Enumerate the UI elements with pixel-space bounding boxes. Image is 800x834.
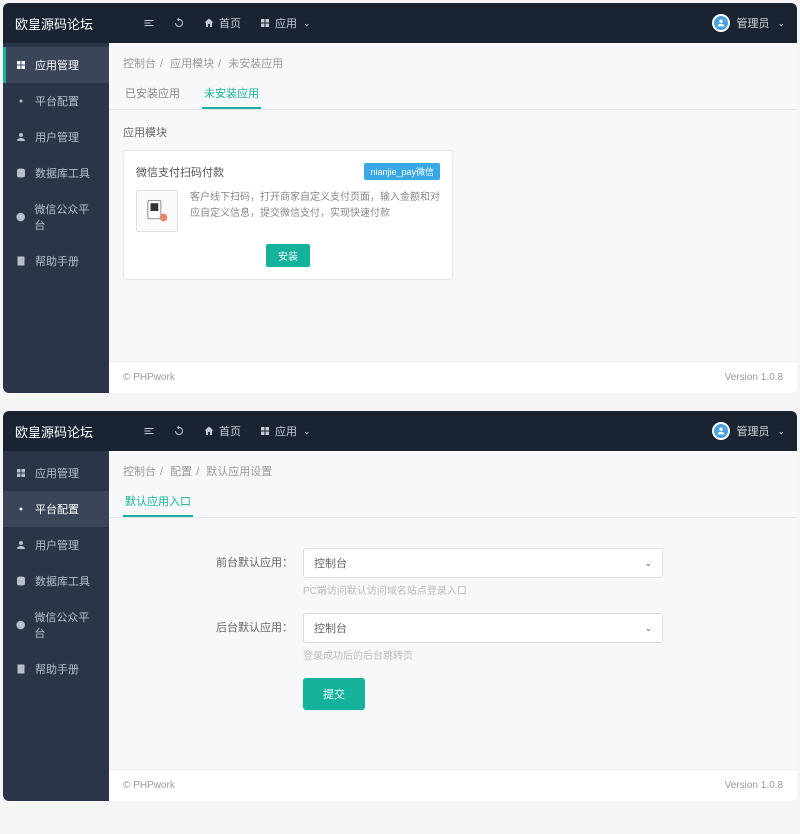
breadcrumb: 控制台/ 应用模块/ 未安装应用 [109, 43, 797, 71]
avatar-icon [712, 14, 730, 32]
label-front-default: 前台默认应用： [123, 548, 303, 570]
topbar: 欧皇源码论坛 首页 应用⌄ 管理员 ⌄ [3, 3, 797, 43]
sidebar-item-wechat[interactable]: 微信公众平台 [3, 191, 109, 243]
card-thumbnail [136, 190, 178, 232]
footer-version: Version 1.0.8 [725, 780, 783, 791]
sidebar-item-help[interactable]: 帮助手册 [3, 243, 109, 279]
card-badge: nianjie_pay微信 [364, 163, 440, 180]
sidebar-item-db[interactable]: 数据库工具 [3, 155, 109, 191]
footer-version: Version 1.0.8 [725, 372, 783, 383]
chevron-down-icon: ⌄ [644, 558, 652, 569]
tab-installed[interactable]: 已安装应用 [123, 79, 182, 109]
chevron-down-icon: ⌄ [644, 623, 652, 634]
sidebar: 应用管理 平台配置 用户管理 数据库工具 微信公众平台 帮助手册 [3, 43, 109, 393]
sidebar-item-platform[interactable]: 平台配置 [3, 491, 109, 527]
window-apps: 欧皇源码论坛 首页 应用⌄ 管理员 ⌄ 应用管理 平台配置 用户管理 数据库工具… [3, 3, 797, 393]
collapse-icon[interactable] [143, 17, 155, 29]
sidebar-item-wechat[interactable]: 微信公众平台 [3, 599, 109, 651]
hint-back: 登录成功后的后台跳转页 [303, 647, 663, 662]
sidebar-item-db[interactable]: 数据库工具 [3, 563, 109, 599]
select-back-default[interactable]: 控制台 ⌄ [303, 613, 663, 643]
user-menu[interactable]: 管理员 ⌄ [712, 422, 785, 440]
apps-dropdown[interactable]: 应用⌄ [259, 423, 311, 439]
install-button[interactable]: 安装 [266, 244, 310, 267]
collapse-icon[interactable] [143, 425, 155, 437]
crumb-1[interactable]: 应用模块 [170, 58, 214, 70]
crumb-0[interactable]: 控制台 [123, 58, 156, 70]
submit-button[interactable]: 提交 [303, 678, 365, 710]
sidebar-item-platform[interactable]: 平台配置 [3, 83, 109, 119]
tabs: 已安装应用 未安装应用 [109, 71, 797, 110]
user-menu[interactable]: 管理员 ⌄ [712, 14, 785, 32]
select-value: 控制台 [314, 620, 347, 636]
tab-default-entry[interactable]: 默认应用入口 [123, 487, 193, 517]
refresh-icon[interactable] [173, 425, 185, 437]
select-front-default[interactable]: 控制台 ⌄ [303, 548, 663, 578]
brand-title: 欧皇源码论坛 [15, 422, 93, 441]
card-description: 客户线下扫码，打开商家自定义支付页面，输入金额和对应自定义信息，提交微信支付，实… [190, 190, 440, 232]
sidebar-item-users[interactable]: 用户管理 [3, 119, 109, 155]
crumb-2: 默认应用设置 [206, 466, 272, 478]
section-title: 应用模块 [123, 124, 783, 140]
card-title: 微信支付扫码付款 [136, 164, 224, 180]
footer-copyright: © PHPwork [123, 372, 175, 383]
crumb-2: 未安装应用 [228, 58, 283, 70]
crumb-1[interactable]: 配置 [170, 466, 192, 478]
apps-dropdown[interactable]: 应用⌄ [259, 15, 311, 31]
refresh-icon[interactable] [173, 17, 185, 29]
home-link[interactable]: 首页 [203, 423, 241, 439]
topbar: 欧皇源码论坛 首页 应用⌄ 管理员 ⌄ [3, 411, 797, 451]
chevron-down-icon: ⌄ [777, 426, 785, 437]
sidebar-item-help[interactable]: 帮助手册 [3, 651, 109, 687]
brand-title: 欧皇源码论坛 [15, 14, 93, 33]
tab-not-installed[interactable]: 未安装应用 [202, 79, 261, 109]
label-back-default: 后台默认应用： [123, 613, 303, 635]
sidebar-item-users[interactable]: 用户管理 [3, 527, 109, 563]
crumb-0[interactable]: 控制台 [123, 466, 156, 478]
username: 管理员 [736, 423, 769, 439]
select-value: 控制台 [314, 555, 347, 571]
window-settings: 欧皇源码论坛 首页 应用⌄ 管理员 ⌄ 应用管理 平台配置 用户管理 数据库工具… [3, 411, 797, 801]
sidebar-item-apps[interactable]: 应用管理 [3, 455, 109, 491]
home-link[interactable]: 首页 [203, 15, 241, 31]
chevron-down-icon: ⌄ [777, 18, 785, 29]
avatar-icon [712, 422, 730, 440]
module-card: 微信支付扫码付款 nianjie_pay微信 客户线下扫码，打开商家自定义支付页… [123, 150, 453, 280]
tabs: 默认应用入口 [109, 479, 797, 518]
footer-copyright: © PHPwork [123, 780, 175, 791]
breadcrumb: 控制台/ 配置/ 默认应用设置 [109, 451, 797, 479]
hint-front: PC端访问默认访问域名站点登录入口 [303, 582, 663, 597]
sidebar: 应用管理 平台配置 用户管理 数据库工具 微信公众平台 帮助手册 [3, 451, 109, 801]
username: 管理员 [736, 15, 769, 31]
sidebar-item-apps[interactable]: 应用管理 [3, 47, 109, 83]
